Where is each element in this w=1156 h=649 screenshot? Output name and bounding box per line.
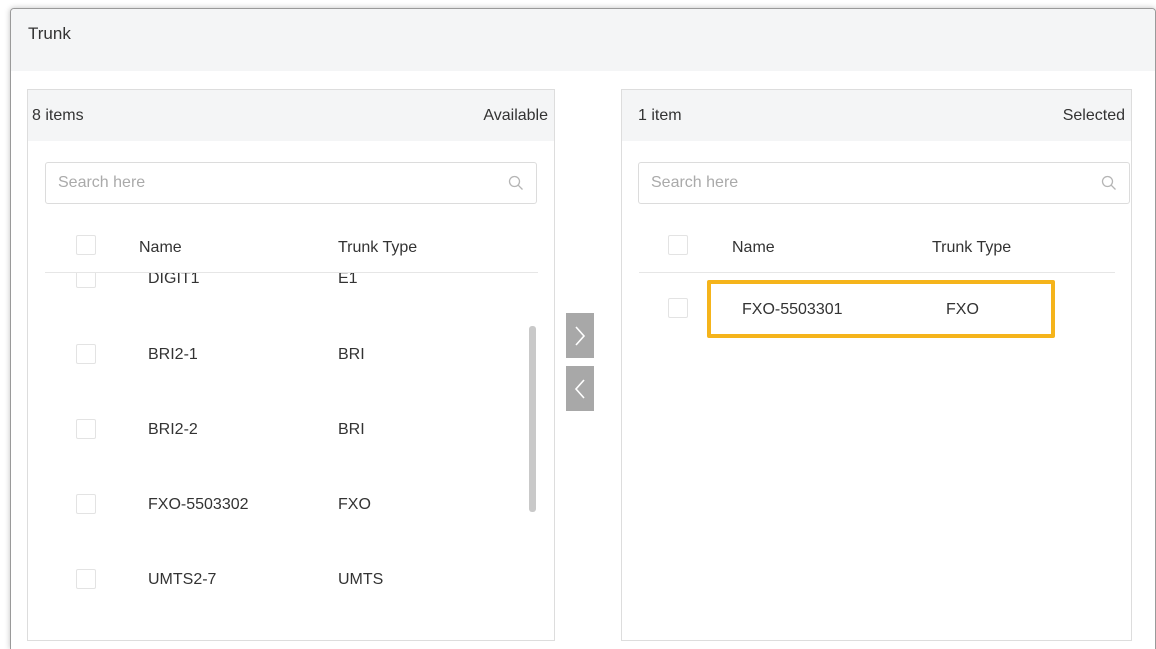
available-search-box [45,162,537,204]
search-icon[interactable] [1101,175,1117,191]
trunk-type: E1 [338,273,358,287]
selected-select-all-checkbox[interactable] [668,235,688,255]
selected-search-box [638,162,1130,204]
trunk-name: BRI2-2 [148,421,198,438]
trunk-type: FXO [338,496,371,513]
selected-label: Selected [1062,107,1125,124]
row-checkbox[interactable] [76,419,96,439]
section-header: Trunk [11,9,1155,71]
selected-search-input[interactable] [639,163,1079,203]
selected-table-header: Name Trunk Type [622,225,1131,273]
trunk-type: UMTS [338,571,384,588]
available-panel-header: 8 items Available [28,90,554,141]
available-list-scrollbar[interactable] [529,326,536,512]
available-list: DIGIT1 E1 BRI2-1 BRI BRI2-2 BRI FXO-5503… [28,273,554,640]
trunk-name: DIGIT1 [148,273,200,287]
table-row[interactable]: DIGIT1 E1 [28,273,554,335]
trunk-name: BRI2-1 [148,346,198,363]
table-row[interactable]: BRI2-2 BRI [28,404,554,476]
available-count: 8 items [32,107,84,124]
move-to-selected-button[interactable] [566,313,594,358]
row-checkbox[interactable] [76,344,96,364]
row-checkbox[interactable] [668,298,688,318]
highlight-box [707,280,1055,338]
trunk-type: BRI [338,421,365,438]
trunk-type: BRI [338,346,365,363]
search-icon[interactable] [508,175,524,191]
selected-count: 1 item [638,107,682,124]
column-trunk-type: Trunk Type [932,239,1012,256]
column-name: Name [139,239,182,256]
section-title: Trunk [28,24,71,43]
trunk-name: UMTS2-7 [148,571,217,588]
table-row[interactable]: BRI2-1 BRI [28,329,554,401]
column-name: Name [732,239,775,256]
selected-panel-header: 1 item Selected [622,90,1131,141]
available-label: Available [483,107,548,124]
selected-panel: 1 item Selected Name Trunk Type FXO-5503… [621,89,1132,641]
available-search-input[interactable] [46,163,486,203]
row-checkbox[interactable] [76,273,96,288]
row-checkbox[interactable] [76,494,96,514]
available-table-header: Name Trunk Type [28,225,554,273]
table-row[interactable]: UMTS2-7 UMTS [28,554,554,626]
trunk-name: FXO-5503302 [148,496,249,513]
column-trunk-type: Trunk Type [338,239,418,256]
available-panel: 8 items Available Name Trunk Type DIGIT1… [27,89,555,641]
chevron-left-icon [574,378,585,399]
chevron-right-icon [575,325,586,346]
available-select-all-checkbox[interactable] [76,235,96,255]
row-checkbox[interactable] [76,569,96,589]
table-row[interactable]: FXO-5503302 FXO [28,479,554,551]
move-to-available-button[interactable] [566,366,594,411]
